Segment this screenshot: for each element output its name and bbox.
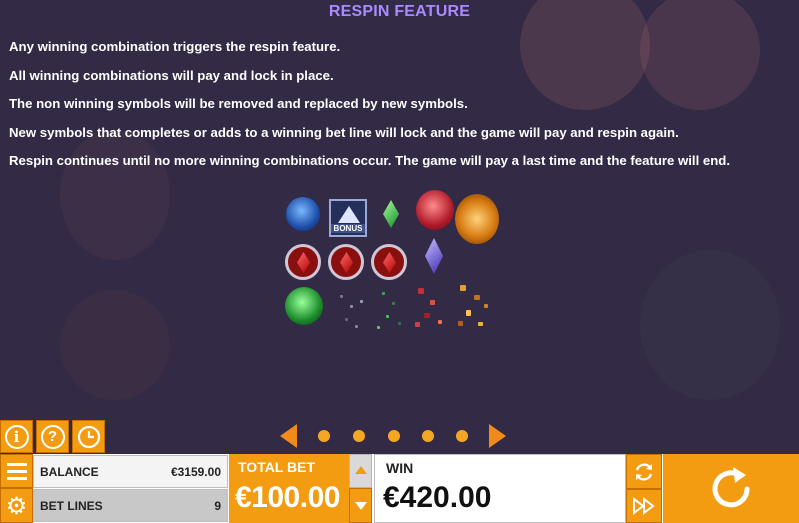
previous-page-arrow-icon[interactable] [280,424,297,448]
background-wolf-art [640,250,780,400]
rule-item: The non winning symbols will be removed … [9,96,468,111]
red-wolf-icon [416,190,454,230]
autoplay-button[interactable] [626,454,662,489]
arrow-down-icon [355,502,367,510]
balance-value: €3159.00 [170,465,221,479]
golden-stag-icon [455,194,499,244]
rule-item: All winning combinations will pay and lo… [9,67,334,83]
rules-list: Any winning combination triggers the res… [9,38,730,181]
rule-item: Respin continues until no more winning c… [9,153,731,168]
settings-button[interactable]: ⚙ [0,488,33,523]
purple-gem-icon [425,238,443,274]
fast-forward-icon [633,496,655,516]
win-value: €420.00 [383,481,492,514]
page-title: RESPIN FEATURE [328,3,471,20]
info-icon: i [4,424,29,449]
page-dot[interactable] [353,430,365,442]
red-gem-icon [328,244,364,280]
history-button[interactable] [72,420,105,453]
rule-item: New symbols that completes or adds to a … [9,124,679,140]
bonus-mountain-icon: BONUS [329,199,367,237]
bonus-label: BONUS [331,224,365,233]
bet-lines-value: 9 [214,499,221,513]
spin-arrow-icon [712,466,750,507]
clock-icon [77,425,100,448]
page-dot[interactable] [456,430,468,442]
help-button[interactable]: ? [36,420,69,453]
increase-bet-button[interactable] [349,454,372,488]
bet-lines-row: BET LINES 9 [33,489,228,522]
page-dot[interactable] [422,430,434,442]
win-panel: WIN €420.00 [374,454,626,523]
gear-icon: ⚙ [5,491,28,520]
total-bet-value: €100.00 [235,481,340,514]
autoplay-icon [635,462,653,481]
fast-play-button[interactable] [626,489,662,523]
red-gem-icon [285,244,321,280]
spin-button[interactable] [663,454,799,523]
rule-item: Any winning combination triggers the res… [9,39,341,54]
info-button[interactable]: i [0,420,33,453]
green-gem-icon [383,200,399,228]
green-wolf-icon [285,287,323,325]
next-page-arrow-icon[interactable] [489,424,506,448]
win-label: WIN [386,460,414,476]
page-dot[interactable] [318,430,330,442]
menu-icon [7,477,27,480]
blue-wolf-icon [286,197,320,231]
red-gem-icon [371,244,407,280]
arrow-up-icon [355,466,367,474]
total-bet-label: TOTAL BET [238,459,315,475]
menu-icon [7,470,27,473]
background-beast-art [60,290,170,400]
page-dot[interactable] [388,430,400,442]
balance-label: BALANCE [40,465,99,479]
help-icon: ? [40,424,65,449]
total-bet-panel: TOTAL BET €100.00 [229,454,349,523]
bet-lines-label: BET LINES [40,499,103,513]
balance-row: BALANCE €3159.00 [33,455,228,488]
menu-icon [7,463,27,466]
decrease-bet-button[interactable] [349,488,372,523]
menu-button[interactable] [0,454,33,488]
